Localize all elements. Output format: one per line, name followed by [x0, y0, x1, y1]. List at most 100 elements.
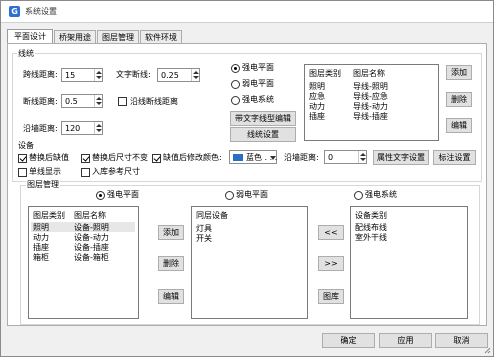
- table-cell[interactable]: 插座: [309, 112, 325, 121]
- lines-group-label: 线统: [17, 49, 35, 58]
- wall-distance-value: 120: [65, 124, 81, 133]
- table-cell[interactable]: 动力: [309, 102, 325, 111]
- device-edit-button[interactable]: 编辑: [158, 289, 184, 304]
- change-color-label: 缺值后修改颜色:: [163, 153, 222, 162]
- list-item[interactable]: 配线布线: [355, 223, 387, 232]
- single-line-checkbox[interactable]: [18, 168, 27, 177]
- list-header: 设备类别: [355, 211, 387, 220]
- app-logo-icon: G: [9, 6, 20, 17]
- device-group-label: 设备: [17, 141, 35, 150]
- spinner-arrows-icon[interactable]: [94, 95, 102, 107]
- list-cell[interactable]: 照明: [33, 223, 49, 232]
- resize-grip-icon[interactable]: [484, 347, 491, 354]
- lines-radio-strong-plane[interactable]: [231, 64, 240, 73]
- replace-block-checkbox[interactable]: [18, 154, 27, 163]
- table-cell[interactable]: 导线-动力: [353, 102, 388, 111]
- line-settings-button[interactable]: 线统设置: [230, 127, 296, 142]
- device-delete-button[interactable]: 删除: [158, 256, 184, 271]
- line-layer-table[interactable]: 图层类别 图层名称 照明 导线-照明 应急 导线-应急 动力 导线-动力 插座 …: [304, 64, 439, 141]
- list-item[interactable]: 灯具: [196, 224, 212, 233]
- list-cell[interactable]: 动力: [33, 233, 49, 242]
- color-swatch: [233, 154, 243, 161]
- text-line-style-button[interactable]: 带文字线型编辑: [230, 111, 296, 126]
- lines-radio-weak-plane[interactable]: [231, 80, 240, 89]
- list-header: 同层设备: [196, 211, 228, 220]
- list-cell[interactable]: 设备-动力: [74, 233, 109, 242]
- device-radio-strong-system-label: 强电系统: [365, 190, 397, 199]
- text-break-spinner[interactable]: 0.25: [157, 68, 200, 82]
- table-cell[interactable]: 照明: [309, 82, 325, 91]
- chevron-down-icon[interactable]: [270, 156, 276, 160]
- change-color-checkbox[interactable]: [152, 154, 161, 163]
- title-bar: G 系统设置: [1, 1, 493, 23]
- replace-size-label: 替换后尺寸不变: [92, 153, 148, 162]
- table-cell[interactable]: 导线-照明: [353, 82, 388, 91]
- same-layer-device-list[interactable]: 同层设备 灯具 开关: [191, 206, 308, 319]
- device-add-button[interactable]: 添加: [158, 225, 184, 240]
- table-cell[interactable]: 导线-插座: [353, 112, 388, 121]
- device-radio-weak-plane-label: 弱电平面: [236, 190, 268, 199]
- list-cell[interactable]: 箱柜: [33, 253, 49, 262]
- break-distance-label: 断线距离:: [23, 97, 58, 106]
- replace-size-checkbox[interactable]: [81, 154, 90, 163]
- tab-layer-management[interactable]: 图层管理: [97, 30, 139, 44]
- spinner-arrows-icon[interactable]: [358, 151, 366, 163]
- move-left-button[interactable]: <<: [318, 225, 344, 240]
- tab-software-env[interactable]: 软件环境: [140, 30, 182, 44]
- device-radio-strong-plane[interactable]: [96, 191, 105, 200]
- tab-content-panel: 线统 跨线距离: 15 断线距离: 0.5 沿墙距离: 120 文字断线: 0.…: [7, 43, 487, 326]
- cancel-button[interactable]: 取消: [435, 333, 488, 348]
- label-settings-button[interactable]: 标注设置: [433, 150, 476, 165]
- device-layer-list[interactable]: 图层类别 图层名称 照明 设备-照明 动力 设备-动力 插座 设备-插座 箱柜 …: [28, 206, 139, 319]
- table-cell[interactable]: 导线-应急: [353, 92, 388, 101]
- list-header-category: 图层类别: [33, 211, 65, 220]
- tab-tray-usage[interactable]: 桥架用途: [54, 30, 96, 44]
- device-wall-distance-value: 0: [328, 153, 334, 162]
- spinner-arrows-icon[interactable]: [94, 69, 102, 81]
- wall-distance-spinner[interactable]: 120: [61, 121, 103, 135]
- single-line-label: 单线显示: [29, 167, 61, 176]
- table-cell[interactable]: 应急: [309, 92, 325, 101]
- list-cell[interactable]: 插座: [33, 243, 49, 252]
- ref-size-checkbox[interactable]: [81, 168, 90, 177]
- line-add-button[interactable]: 添加: [446, 65, 472, 80]
- text-break-value: 0.25: [161, 71, 179, 80]
- line-edit-button[interactable]: 编辑: [446, 118, 472, 133]
- table-header-category: 图层类别: [309, 69, 341, 78]
- apply-button[interactable]: 应用: [379, 333, 432, 348]
- device-wall-distance-spinner[interactable]: 0: [324, 150, 367, 164]
- spinner-arrows-icon[interactable]: [94, 122, 102, 134]
- lines-radio-strong-system[interactable]: [231, 96, 240, 105]
- list-item[interactable]: 室外干线: [355, 233, 387, 242]
- move-right-button[interactable]: >>: [318, 256, 344, 271]
- window-title: 系统设置: [25, 7, 57, 16]
- list-header-name: 图层名称: [74, 211, 106, 220]
- text-break-label: 文字断线:: [116, 70, 151, 79]
- device-radio-weak-plane[interactable]: [225, 191, 234, 200]
- jump-distance-label: 跨线距离:: [23, 70, 58, 79]
- list-cell[interactable]: 设备-箱柜: [74, 253, 109, 262]
- color-dropdown[interactable]: 蓝色 . . .: [229, 150, 277, 164]
- list-cell[interactable]: 设备-照明: [74, 223, 109, 232]
- device-category-list[interactable]: 设备类别 配线布线 室外干线: [350, 206, 468, 319]
- jump-distance-spinner[interactable]: 15: [61, 68, 103, 82]
- lines-radio-strong-plane-label: 强电平面: [242, 63, 274, 72]
- along-break-label: 沿线断线距离: [130, 97, 178, 106]
- spinner-arrows-icon[interactable]: [191, 69, 199, 81]
- device-radio-strong-system[interactable]: [354, 191, 363, 200]
- ok-button[interactable]: 确定: [322, 333, 375, 348]
- line-delete-button[interactable]: 删除: [446, 92, 472, 107]
- tab-plane-design[interactable]: 平面设计: [7, 29, 53, 44]
- break-distance-spinner[interactable]: 0.5: [61, 94, 103, 108]
- jump-distance-value: 15: [65, 71, 76, 80]
- along-break-checkbox[interactable]: [118, 97, 127, 106]
- list-cell[interactable]: 设备-插座: [74, 243, 109, 252]
- attr-text-settings-button[interactable]: 属性文字设置: [373, 150, 429, 165]
- library-button[interactable]: 图库: [318, 289, 344, 304]
- table-header-name: 图层名称: [353, 69, 385, 78]
- wall-distance-label: 沿墙距离:: [23, 124, 58, 133]
- ref-size-label: 入库参考尺寸: [92, 167, 140, 176]
- list-item[interactable]: 开关: [196, 234, 212, 243]
- layer-mgmt-label: 图层管理: [26, 180, 60, 189]
- device-wall-distance-label: 沿墙距离:: [284, 153, 319, 162]
